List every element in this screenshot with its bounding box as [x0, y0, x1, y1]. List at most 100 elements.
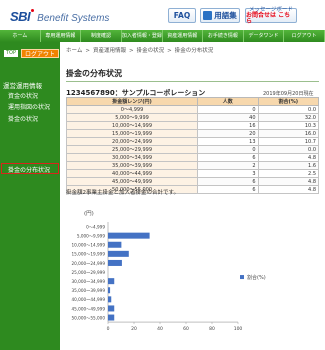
table-row: 30,000〜34,999 6 4.8 [65, 153, 320, 162]
pct-cell: 4.8 [257, 177, 320, 186]
as-of-date: 2019年09月20日現在 [263, 91, 314, 97]
count-cell: 40 [197, 113, 259, 122]
chart-category-label: 15,000〜19,999 [72, 252, 106, 257]
chart-x-tick-label: 100 [234, 326, 243, 332]
chart-svg: (円) 0〜4,999 5,000〜9,999 10,000〜14,999 15,000… [72, 210, 266, 332]
chart-bar [108, 314, 115, 321]
contact-label: お問合せは こちら [246, 11, 291, 25]
chart-legend-label: 割合(%) [247, 274, 266, 281]
table-row: 35,000〜39,999 2 1.6 [65, 161, 320, 170]
title-divider [66, 81, 319, 82]
chart-bar [108, 278, 115, 285]
count-cell: 0 [197, 145, 259, 154]
gnav-item[interactable]: お手続き情報 [203, 30, 244, 42]
faq-button[interactable]: FAQ [168, 8, 196, 23]
distribution-chart: (円) 0〜4,999 5,000〜9,999 10,000〜14,999 15,000… [60, 200, 325, 350]
sidebar-item-distribution[interactable]: 掛金の分布状況 [8, 165, 50, 174]
chart-category-label: 45,000〜49,999 [72, 306, 106, 311]
table-header-row: 掛金額レンジ(円) 人数 割合(%) [65, 97, 320, 106]
chart-bar [108, 232, 150, 239]
book-icon [203, 11, 213, 20]
count-cell: 2 [197, 161, 259, 170]
pct-cell: 1.6 [257, 161, 320, 170]
count-cell: 6 [197, 185, 259, 194]
table-note: 掛金額2事業主掛金と加入者掛金の合計です。 [66, 190, 179, 196]
gnav-item[interactable]: ホーム [0, 30, 41, 42]
top-badge[interactable]: TOP [4, 50, 19, 57]
glossary-button[interactable]: 用語集 [200, 8, 240, 23]
gnav-item[interactable]: 加入者情報・登録 [122, 30, 163, 42]
site-header: SBI Benefit Systems FAQ 用語集 メッセージボード お問合… [0, 0, 325, 30]
table-row: 45,000〜49,999 6 4.8 [65, 177, 320, 186]
range-cell: 20,000〜24,999 [65, 137, 199, 146]
count-cell: 13 [197, 137, 259, 146]
message-board-button[interactable]: メッセージボード お問合せは こちら [245, 7, 297, 25]
gnav-item[interactable]: 資産運用情報 [163, 30, 204, 42]
chart-category-label: 50,000〜55,000 [72, 315, 106, 320]
chart-bar [108, 287, 111, 294]
range-cell: 0〜4,999 [65, 105, 199, 114]
chart-bar [108, 250, 129, 257]
gnav-item[interactable]: 制度確認 [81, 30, 122, 42]
pct-cell: 4.8 [257, 185, 320, 194]
pct-cell: 0.0 [257, 145, 320, 154]
gnav-item[interactable]: 専用運用情報 [41, 30, 82, 42]
breadcrumb-contributions[interactable]: 掛金の状況 [137, 48, 165, 54]
chart-unit-label: (円) [84, 210, 94, 217]
chart-bar [108, 296, 112, 303]
count-cell: 6 [197, 177, 259, 186]
gnav-item[interactable]: データワンド [244, 30, 285, 42]
logo-brand-text: Benefit Systems [37, 13, 110, 24]
count-cell: 0 [197, 105, 259, 114]
range-cell: 35,000〜39,999 [65, 161, 199, 170]
gnav-item[interactable]: ログアウト [284, 30, 325, 42]
count-cell: 3 [197, 169, 259, 178]
global-nav: ホーム 専用運用情報 制度確認 加入者情報・登録 資産運用情報 お手続き情報 データワンドロ… [0, 30, 325, 42]
pct-cell: 32.0 [257, 113, 320, 122]
table-row: 0〜4,999 0 0.0 [65, 105, 320, 114]
sidebar-top-row: TOP ログアウト [4, 49, 60, 58]
sidebar-item-assets[interactable]: 資金の状況 [8, 91, 38, 100]
chart-legend-swatch [240, 275, 244, 280]
sbi-logo[interactable]: SBI Benefit Systems [10, 9, 109, 24]
chart-category-label: 10,000〜14,999 [72, 243, 106, 248]
chart-category-label: 35,000〜39,999 [72, 288, 106, 293]
chart-category-label: 5,000〜9,999 [77, 233, 105, 238]
table-row: 15,000〜19,999 20 16.0 [65, 129, 320, 138]
range-cell: 15,000〜19,999 [65, 129, 199, 138]
table-row: 20,000〜24,999 13 10.7 [65, 137, 320, 146]
chart-bar [108, 259, 122, 266]
col-pct-header: 割合(%) [257, 97, 320, 106]
sidebar-item-operations[interactable]: 運営運用情報 [3, 80, 42, 90]
distribution-table: 掛金額レンジ(円) 人数 割合(%) 0〜4,999 0 0.0 5,000〜9,99… [65, 97, 320, 194]
page-title: 掛金の分布状況 [66, 69, 122, 78]
chart-category-label: 25,000〜29,999 [72, 270, 106, 275]
count-cell: 16 [197, 121, 259, 130]
table-row: 5,000〜9,999 40 32.0 [65, 113, 320, 122]
range-cell: 40,000〜44,999 [65, 169, 199, 178]
chart-category-label: 40,000〜44,999 [72, 297, 106, 302]
logout-button[interactable]: ログアウト [21, 49, 60, 58]
count-cell: 20 [197, 129, 259, 138]
table-row: 40,000〜44,999 3 2.5 [65, 169, 320, 178]
chart-category-label: 30,000〜34,999 [72, 279, 106, 284]
breadcrumb: ホーム > 資産運用情報 > 掛金の状況 > 掛金の分布状況 [66, 48, 214, 54]
chart-x-tick-label: 0 [107, 326, 110, 332]
chart-x-tick-label: 80 [209, 326, 215, 332]
pct-cell: 10.7 [257, 137, 320, 146]
breadcrumb-asset-info[interactable]: 資産運用情報 [93, 48, 126, 54]
breadcrumb-home[interactable]: ホーム [66, 48, 82, 54]
range-cell: 25,000〜29,999 [65, 145, 199, 154]
range-cell: 10,000〜14,999 [65, 121, 199, 130]
chart-x-tick-label: 60 [183, 326, 189, 332]
table-row: 25,000〜29,999 0 0.0 [65, 145, 320, 154]
range-cell: 5,000〜9,999 [65, 113, 199, 122]
breadcrumb-current: 掛金の分布状況 [174, 48, 214, 54]
pct-cell: 16.0 [257, 129, 320, 138]
sidebar-item-instructions[interactable]: 運用指図の状況 [8, 102, 50, 111]
pct-cell: 0.0 [257, 105, 320, 114]
pct-cell: 2.5 [257, 169, 320, 178]
sidebar-item-contributions[interactable]: 掛金の状況 [8, 114, 38, 123]
logo-dot-icon [31, 9, 35, 12]
chart-x-tick-label: 20 [131, 326, 137, 332]
